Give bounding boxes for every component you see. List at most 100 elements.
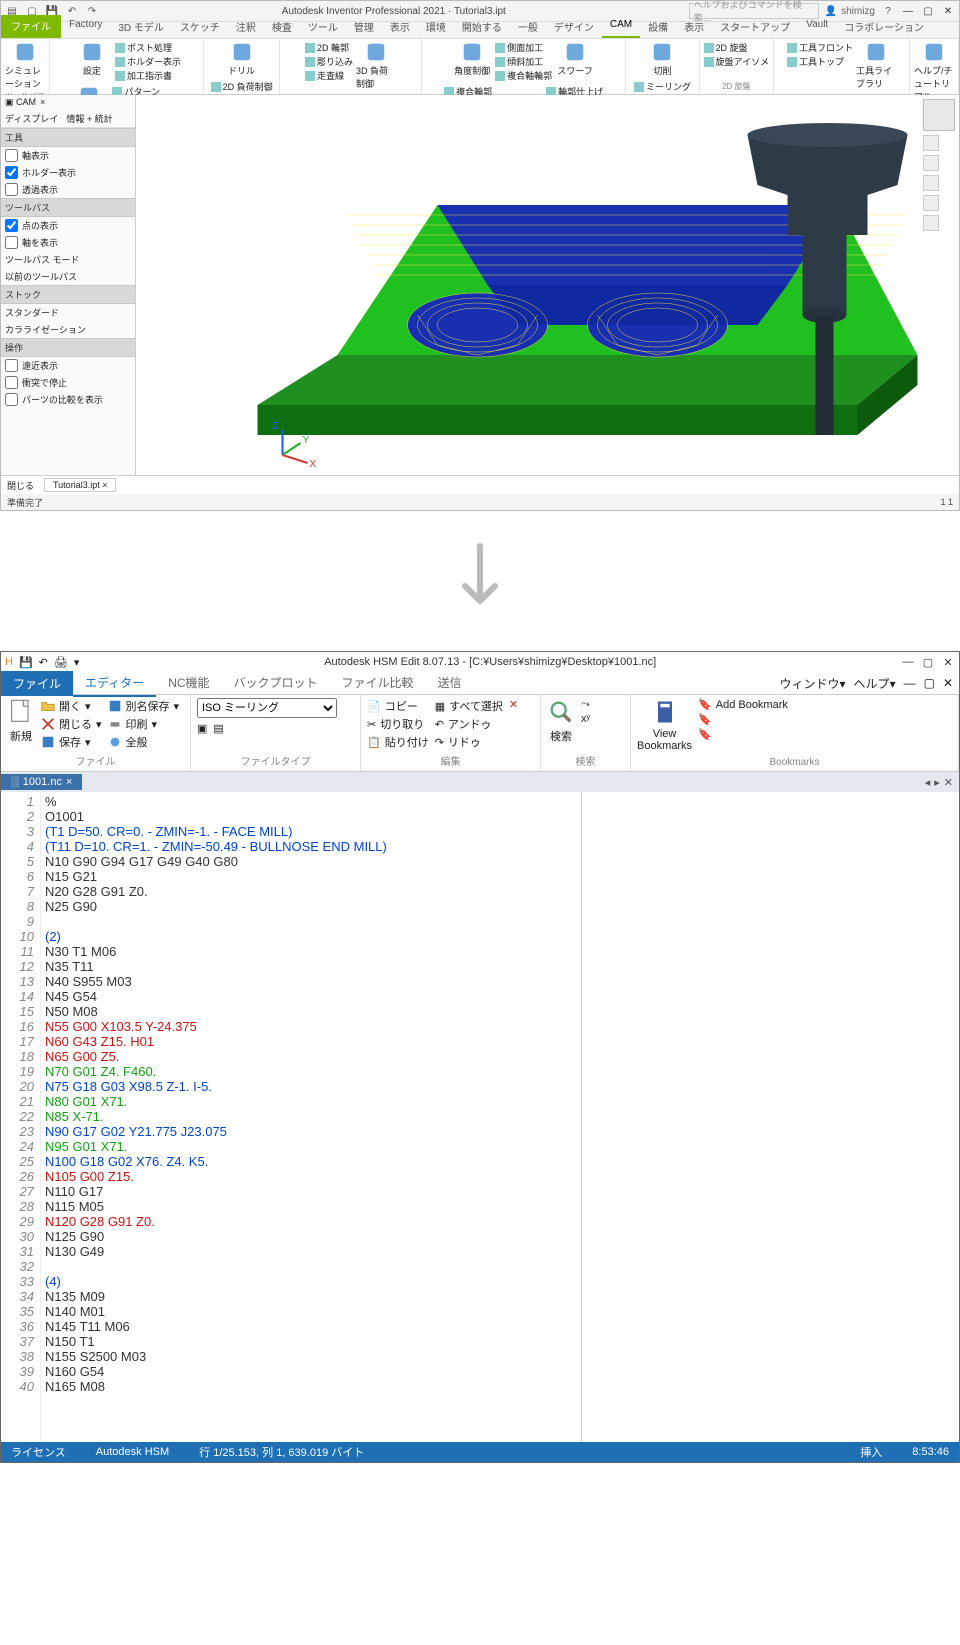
code-line[interactable]: N80 G01 X71. bbox=[45, 1094, 955, 1109]
qat-save-icon[interactable]: 💾 bbox=[19, 656, 33, 669]
copy-button[interactable]: 📄コピー bbox=[367, 698, 429, 714]
min-button[interactable]: — bbox=[901, 6, 915, 17]
code-line[interactable]: N40 S955 M03 bbox=[45, 974, 955, 989]
code-line[interactable]: N150 T1 bbox=[45, 1334, 955, 1349]
tab-一般[interactable]: 一般 bbox=[510, 17, 546, 38]
side-section-header[interactable]: ストック bbox=[1, 285, 135, 304]
hsm-tab-バックプロット[interactable]: バックプロット bbox=[222, 670, 330, 697]
ribbon-item[interactable]: 彫り込み bbox=[305, 55, 353, 68]
code-line[interactable]: N135 M09 bbox=[45, 1289, 955, 1304]
min-button[interactable]: — bbox=[901, 656, 915, 668]
code-editor[interactable]: 1234567891011121314151617181920212223242… bbox=[1, 792, 959, 1442]
code-line[interactable]: N15 G21 bbox=[45, 869, 955, 884]
code-line[interactable]: N90 G17 G02 Y21.775 J23.075 bbox=[45, 1124, 955, 1139]
qat-redo-icon[interactable]: ↷ bbox=[85, 4, 99, 18]
tab-prev-icon[interactable]: ◂ bbox=[925, 776, 931, 789]
code-line[interactable]: N25 G90 bbox=[45, 899, 955, 914]
tab-設備[interactable]: 設備 bbox=[640, 17, 676, 38]
code-line[interactable]: N50 M08 bbox=[45, 1004, 955, 1019]
close-sidebar-button[interactable]: 閉じる bbox=[7, 479, 34, 492]
code-line[interactable]: N120 G28 G91 Z0. bbox=[45, 1214, 955, 1229]
viewcube[interactable] bbox=[923, 99, 955, 131]
help-icon[interactable]: ? bbox=[881, 4, 895, 18]
code-line[interactable]: N20 G28 G91 Z0. bbox=[45, 884, 955, 899]
code-line[interactable]: N145 T11 M06 bbox=[45, 1319, 955, 1334]
ribbon-item[interactable]: 工具トップ bbox=[787, 55, 853, 68]
tab-注釈[interactable]: 注釈 bbox=[228, 17, 264, 38]
multi-icon[interactable]: 角度制御 bbox=[452, 41, 492, 77]
code-line[interactable]: N85 X-71. bbox=[45, 1109, 955, 1124]
lib-icon[interactable]: 工具ライブラリ bbox=[856, 41, 896, 90]
tab-表示[interactable]: 表示 bbox=[382, 17, 418, 38]
side-checkbox[interactable] bbox=[5, 393, 18, 406]
code-line[interactable]: N95 G01 X71. bbox=[45, 1139, 955, 1154]
ribbon-item[interactable]: ホルダー表示 bbox=[115, 55, 181, 68]
code-line[interactable]: N55 G00 X103.5 Y-24.375 bbox=[45, 1019, 955, 1034]
tab-スタートアップ[interactable]: スタートアップ bbox=[712, 17, 798, 38]
tab-コラボレーション[interactable]: コラボレーション bbox=[836, 17, 932, 38]
tab-3D モデル[interactable]: 3D モデル bbox=[110, 17, 172, 38]
tab-スケッチ[interactable]: スケッチ bbox=[172, 17, 228, 38]
ribbon-item[interactable]: 加工指示書 bbox=[115, 69, 181, 82]
code-line[interactable]: N140 M01 bbox=[45, 1304, 955, 1319]
al3d-icon[interactable]: 3D 負荷制御 bbox=[356, 41, 396, 90]
side-checkbox[interactable] bbox=[5, 149, 18, 162]
swf-icon[interactable]: スワーフ bbox=[555, 41, 595, 77]
filetype-icon1[interactable]: ▣ bbox=[197, 722, 207, 735]
ribbon-item[interactable]: 旋盤アイソメ bbox=[704, 55, 770, 68]
window-menu[interactable]: ウィンドウ▾ bbox=[780, 675, 846, 692]
side-item[interactable]: 衝突で停止 bbox=[1, 374, 135, 391]
pan-icon[interactable] bbox=[923, 175, 939, 191]
side-item[interactable]: パーツの比較を表示 bbox=[1, 391, 135, 408]
code-line[interactable]: N105 G00 Z15. bbox=[45, 1169, 955, 1184]
side-item[interactable]: ツールパス モード bbox=[1, 251, 135, 268]
side-item[interactable]: 点の表示 bbox=[1, 217, 135, 234]
filetype-icon2[interactable]: ▤ bbox=[213, 722, 223, 735]
ribbon-item[interactable]: 走査線 bbox=[305, 69, 353, 82]
open-button[interactable]: 開く▾ bbox=[41, 698, 102, 714]
close-file-button[interactable]: 閉じる▾ bbox=[41, 716, 102, 732]
close-tab-icon[interactable]: × bbox=[66, 776, 72, 788]
tab-CAM[interactable]: CAM bbox=[602, 17, 640, 38]
sim-icon[interactable]: シミュレーション bbox=[5, 41, 45, 90]
code-line[interactable]: N125 G90 bbox=[45, 1229, 955, 1244]
ribbon-item[interactable]: 側面加工 bbox=[495, 41, 552, 54]
mdi-min-icon[interactable]: — bbox=[904, 676, 916, 690]
code-line[interactable]: (T11 D=10. CR=1. - ZMIN=-50.49 - BULLNOS… bbox=[45, 839, 955, 854]
tab-表示[interactable]: 表示 bbox=[676, 17, 712, 38]
side-item[interactable]: 軸表示 bbox=[1, 147, 135, 164]
side-item[interactable]: 遠近表示 bbox=[1, 357, 135, 374]
hsm-tab-ファイル比較[interactable]: ファイル比較 bbox=[330, 670, 426, 697]
doc-tab-active[interactable]: Tutorial3.ipt × bbox=[44, 478, 116, 492]
orbit-icon[interactable] bbox=[923, 155, 939, 171]
search-goto-icon[interactable]: xʸ bbox=[581, 713, 590, 725]
close-button[interactable]: ✕ bbox=[941, 6, 955, 17]
code-line[interactable]: N70 G01 Z4. F460. bbox=[45, 1064, 955, 1079]
side-item[interactable]: ホルダー表示 bbox=[1, 164, 135, 181]
qat-undo-icon[interactable]: ↶ bbox=[65, 4, 79, 18]
selectall-button[interactable]: ▦すべて選択 bbox=[435, 698, 503, 714]
save-button[interactable]: 保存▾ bbox=[41, 734, 102, 750]
paste-button[interactable]: 📋貼り付け bbox=[367, 734, 429, 750]
max-button[interactable]: ▢ bbox=[921, 6, 935, 17]
qat-print-icon[interactable]: 🖨 bbox=[54, 656, 68, 669]
code-line[interactable] bbox=[45, 914, 955, 929]
code-line[interactable]: (T1 D=50. CR=0. - ZMIN=-1. - FACE MILL) bbox=[45, 824, 955, 839]
cut-button[interactable]: ✂切り取り bbox=[367, 716, 429, 732]
tab-Factory[interactable]: Factory bbox=[61, 17, 110, 38]
code-line[interactable]: N45 G54 bbox=[45, 989, 955, 1004]
redo-button[interactable]: ↷リドゥ bbox=[435, 734, 503, 750]
mdi-max-icon[interactable]: ▢ bbox=[924, 676, 935, 690]
tab-開始する[interactable]: 開始する bbox=[454, 17, 510, 38]
delete-button[interactable]: ✕ bbox=[509, 698, 518, 711]
ribbon-item[interactable]: 傾斜加工 bbox=[495, 55, 552, 68]
zoom-icon[interactable] bbox=[923, 195, 939, 211]
code-line[interactable]: N60 G43 Z15. H01 bbox=[45, 1034, 955, 1049]
mdi-close-icon[interactable]: ✕ bbox=[943, 676, 953, 690]
tab-Vault[interactable]: Vault bbox=[798, 17, 836, 38]
side-checkbox[interactable] bbox=[5, 376, 18, 389]
ribbon-item[interactable]: 2D 旋盤 bbox=[704, 41, 770, 54]
side-item[interactable]: 透過表示 bbox=[1, 181, 135, 198]
side-item[interactable]: カラライゼーション bbox=[1, 321, 135, 338]
tab-ツール[interactable]: ツール bbox=[300, 17, 346, 38]
